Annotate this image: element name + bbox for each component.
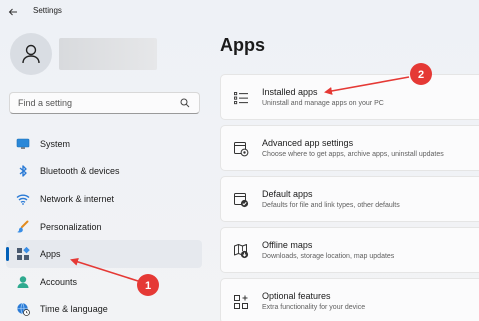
paintbrush-icon xyxy=(16,220,30,234)
globe-clock-icon xyxy=(16,302,30,317)
sidebar-nav: System Bluetooth & devices Network & int… xyxy=(6,130,202,321)
apps-icon xyxy=(16,247,30,261)
sidebar-item-time-language[interactable]: Time & language xyxy=(6,296,202,321)
sidebar-item-network[interactable]: Network & internet xyxy=(6,185,202,213)
app-settings-icon xyxy=(234,142,249,157)
map-icon xyxy=(234,244,249,259)
card-title: Offline maps xyxy=(262,240,313,250)
search-input[interactable] xyxy=(10,98,175,108)
card-advanced-app-settings[interactable]: Advanced app settings Choose where to ge… xyxy=(220,125,479,171)
sidebar-item-personalization[interactable]: Personalization xyxy=(6,213,202,241)
sidebar-item-label: Apps xyxy=(40,249,61,260)
search-icon[interactable] xyxy=(180,98,190,108)
back-arrow-icon[interactable] xyxy=(6,5,20,19)
sidebar-item-label: Network & internet xyxy=(40,193,115,204)
monitor-icon xyxy=(16,137,30,151)
card-subtitle: Uninstall and manage apps on your PC xyxy=(262,100,384,107)
sidebar-item-accounts[interactable]: Accounts xyxy=(6,268,202,296)
account-name-redacted xyxy=(59,38,157,70)
page-title: Apps xyxy=(220,35,265,55)
sidebar-item-label: Bluetooth & devices xyxy=(40,166,120,177)
card-optional-features[interactable]: Optional features Extra functionality fo… xyxy=(220,278,479,321)
window-title: Settings xyxy=(33,6,62,15)
bluetooth-icon xyxy=(16,164,30,178)
sidebar-item-label: System xyxy=(40,138,71,149)
card-title: Default apps xyxy=(262,189,313,199)
settings-window: Settings System Bluetooth & devices xyxy=(0,0,479,321)
optional-features-icon xyxy=(234,295,248,309)
card-installed-apps[interactable]: Installed apps Uninstall and manage apps… xyxy=(220,74,479,120)
card-default-apps[interactable]: Default apps Defaults for file and link … xyxy=(220,176,479,222)
sidebar-item-label: Personalization xyxy=(40,221,102,232)
card-subtitle: Choose where to get apps, archive apps, … xyxy=(262,151,444,158)
search-box[interactable] xyxy=(9,92,200,114)
card-subtitle: Defaults for file and link types, other … xyxy=(262,202,400,209)
person-icon xyxy=(16,275,30,289)
sidebar-item-system[interactable]: System xyxy=(6,130,202,158)
list-icon xyxy=(234,92,248,105)
default-apps-icon xyxy=(234,193,249,208)
card-subtitle: Downloads, storage location, map updates xyxy=(262,253,395,260)
card-title: Advanced app settings xyxy=(262,138,354,148)
sidebar-item-label: Accounts xyxy=(40,276,78,287)
sidebar-item-bluetooth[interactable]: Bluetooth & devices xyxy=(6,158,202,186)
card-title: Installed apps xyxy=(262,87,318,97)
card-offline-maps[interactable]: Offline maps Downloads, storage location… xyxy=(220,227,479,273)
card-subtitle: Extra functionality for your device xyxy=(262,304,366,311)
active-indicator xyxy=(6,247,9,262)
title-bar: Settings xyxy=(0,0,479,24)
sidebar-item-label: Time & language xyxy=(40,304,108,315)
avatar[interactable] xyxy=(10,33,52,75)
person-icon xyxy=(22,44,40,64)
card-title: Optional features xyxy=(262,291,331,301)
wifi-icon xyxy=(16,192,30,206)
sidebar-item-apps[interactable]: Apps xyxy=(6,240,202,268)
